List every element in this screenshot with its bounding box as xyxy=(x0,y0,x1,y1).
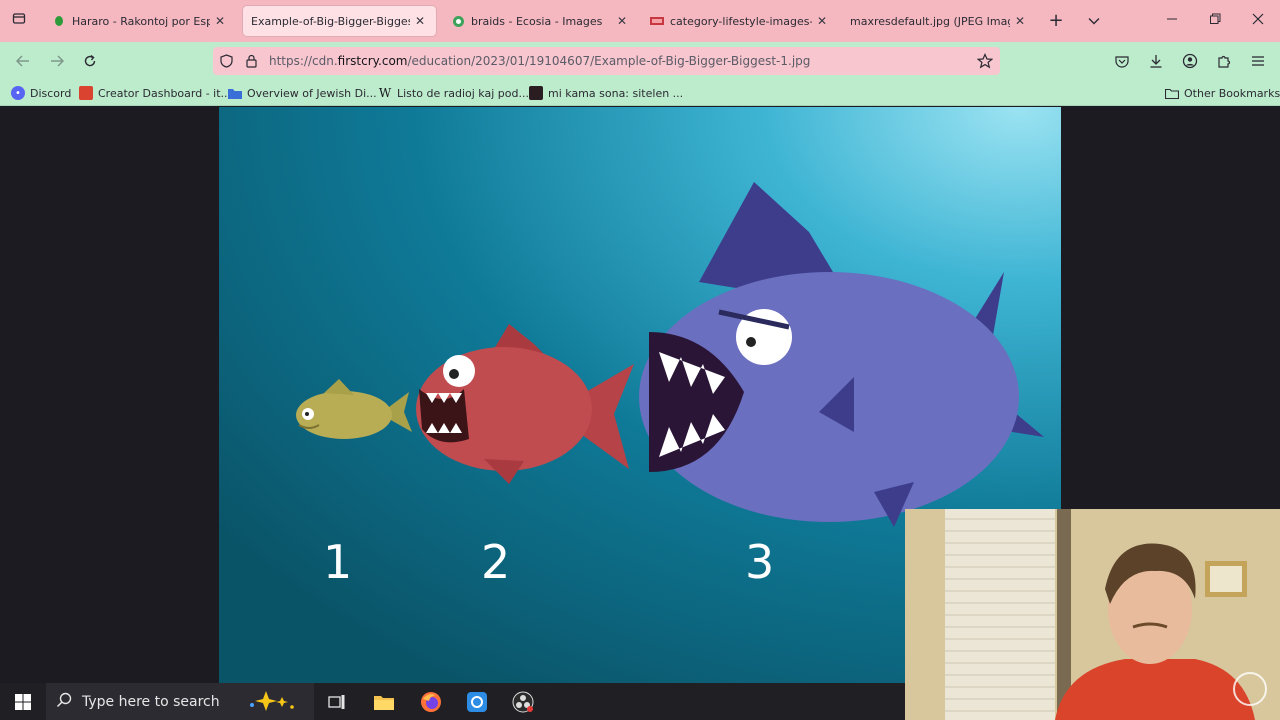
ecosia-icon xyxy=(451,14,465,28)
windows-taskbar: Type here to search xyxy=(0,683,905,720)
tab-example-image[interactable]: Example-of-Big-Bigger-Biggest-1.jpg ✕ xyxy=(243,6,436,36)
restore-button[interactable] xyxy=(1202,9,1228,33)
file-explorer-icon[interactable] xyxy=(370,688,398,716)
green-leaf-icon xyxy=(52,14,66,28)
size-label-1: 1 xyxy=(323,535,353,589)
bookmark-listo-de-radioj[interactable]: W Listo de radioj kaj pod... xyxy=(378,85,529,101)
tab-braids-ecosia[interactable]: braids - Ecosia - Images ✕ xyxy=(443,6,638,36)
bookmark-label: Listo de radioj kaj pod... xyxy=(397,86,529,100)
address-bar[interactable]: https://cdn.firstcry.com/education/2023/… xyxy=(213,47,1000,75)
bookmark-label: Discord xyxy=(30,86,72,100)
tab-title: maxresdefault.jpg (JPEG Image, 1... xyxy=(850,14,1010,28)
bookmark-label: Other Bookmarks xyxy=(1184,86,1280,100)
new-tab-button[interactable]: + xyxy=(1043,9,1069,33)
url-text: https://cdn.firstcry.com/education/2023/… xyxy=(269,54,811,68)
sparkle-icon xyxy=(246,691,298,714)
bookmark-label: Overview of Jewish Di... xyxy=(247,86,377,100)
close-icon[interactable]: ✕ xyxy=(412,14,428,28)
creator-icon xyxy=(79,86,93,100)
close-icon[interactable]: ✕ xyxy=(1012,14,1028,28)
back-arrow-icon[interactable] xyxy=(11,50,35,72)
blue-app-icon[interactable] xyxy=(463,688,491,716)
bookmark-creator-dashboard[interactable]: Creator Dashboard - it... xyxy=(79,85,231,101)
close-icon[interactable]: ✕ xyxy=(212,14,228,28)
obs-recording-icon[interactable] xyxy=(509,688,537,716)
tab-maxresdefault[interactable]: maxresdefault.jpg (JPEG Image, 1... ✕ xyxy=(842,6,1036,36)
extensions-icon[interactable] xyxy=(1212,50,1236,72)
shield-icon[interactable] xyxy=(220,54,233,71)
wikipedia-icon: W xyxy=(378,86,392,100)
bookmark-jewish-overview[interactable]: Overview of Jewish Di... xyxy=(228,85,377,101)
bookmark-mi-kama-sona[interactable]: mi kama sona: sitelen ... xyxy=(529,85,683,101)
tab-hararo[interactable]: Hararo - Rakontoj por Esperanto ✕ xyxy=(44,6,236,36)
tab-title: Example-of-Big-Bigger-Biggest-1.jpg xyxy=(251,14,410,28)
webcam-person-image xyxy=(905,509,1280,720)
firefox-icon[interactable] xyxy=(417,688,445,716)
tab-title: category-lifestyle-images-_0... xyxy=(670,14,812,28)
tab-title: Hararo - Rakontoj por Esperanto xyxy=(72,14,210,28)
windows-start-icon[interactable] xyxy=(9,688,37,716)
close-icon[interactable]: ✕ xyxy=(814,14,830,28)
minimize-button[interactable] xyxy=(1159,9,1185,33)
size-label-2: 2 xyxy=(481,535,511,589)
dark-square-icon xyxy=(529,86,543,100)
account-icon[interactable] xyxy=(1178,50,1202,72)
taskbar-search-box[interactable]: Type here to search xyxy=(46,683,314,720)
close-icon[interactable]: ✕ xyxy=(614,14,630,28)
webcam-overlay xyxy=(905,509,1280,720)
search-placeholder: Type here to search xyxy=(82,693,220,710)
forward-arrow-icon[interactable] xyxy=(45,50,69,72)
task-view-icon[interactable] xyxy=(323,688,351,716)
close-window-button[interactable] xyxy=(1245,9,1271,33)
other-bookmarks-folder[interactable]: Other Bookmarks xyxy=(1165,85,1280,101)
reload-icon[interactable] xyxy=(78,50,102,72)
navigation-toolbar: https://cdn.firstcry.com/education/2023/… xyxy=(0,42,1280,80)
tab-category-lifestyle[interactable]: category-lifestyle-images-_0... ✕ xyxy=(642,6,838,36)
list-all-tabs-chevron-icon[interactable] xyxy=(1081,9,1107,33)
bookmark-discord[interactable]: • Discord xyxy=(11,85,71,101)
hamburger-menu-icon[interactable] xyxy=(1246,50,1270,72)
tab-overview-icon[interactable] xyxy=(6,9,32,33)
discord-icon: • xyxy=(11,86,25,100)
folder-blue-icon xyxy=(228,86,242,100)
folder-icon xyxy=(1165,86,1179,100)
size-label-3: 3 xyxy=(745,535,775,589)
tab-strip: Hararo - Rakontoj por Esperanto ✕ Exampl… xyxy=(0,0,1280,42)
bookmark-label: Creator Dashboard - it... xyxy=(98,86,232,100)
downloads-icon[interactable] xyxy=(1144,50,1168,72)
search-icon xyxy=(56,692,72,711)
lock-icon[interactable] xyxy=(246,54,257,71)
tab-title: braids - Ecosia - Images xyxy=(471,14,603,28)
bookmark-label: mi kama sona: sitelen ... xyxy=(548,86,684,100)
red-image-icon xyxy=(650,14,664,28)
bookmark-star-icon[interactable] xyxy=(976,53,994,72)
pocket-icon[interactable] xyxy=(1110,50,1134,72)
bookmarks-toolbar: • Discord Creator Dashboard - it... Over… xyxy=(0,80,1280,106)
